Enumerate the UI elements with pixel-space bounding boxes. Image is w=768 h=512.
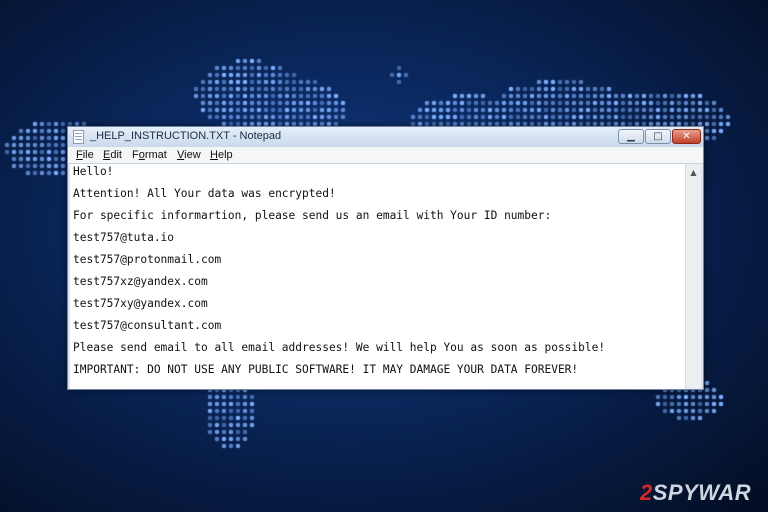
menu-help[interactable]: Help <box>210 149 233 161</box>
text-line: IMPORTANT: DO NOT USE ANY PUBLIC SOFTWAR… <box>73 363 579 376</box>
vertical-scrollbar[interactable]: ▲ <box>685 164 701 389</box>
menu-view[interactable]: View <box>177 149 201 161</box>
title-bar[interactable]: _HELP_INSTRUCTION.TXT - Notepad ▁ □ ✕ <box>68 127 703 147</box>
text-line: test757@protonmail.com <box>73 253 222 266</box>
menu-edit[interactable]: Edit <box>103 149 122 161</box>
close-button[interactable]: ✕ <box>672 129 701 144</box>
text-line: test757xz@yandex.com <box>73 275 208 288</box>
scroll-up-arrow-icon[interactable]: ▲ <box>686 165 701 180</box>
maximize-button[interactable]: □ <box>645 129 671 144</box>
menu-format[interactable]: Format <box>132 149 167 161</box>
window-title: _HELP_INSTRUCTION.TXT - Notepad <box>90 130 282 142</box>
notepad-document-icon <box>73 130 84 144</box>
text-line: test757@consultant.com <box>73 319 222 332</box>
minimize-button[interactable]: ▁ <box>618 129 644 144</box>
menu-bar: File Edit Format View Help <box>68 147 703 164</box>
text-line: test757@tuta.io <box>73 231 175 244</box>
text-line: Hello! <box>73 165 114 178</box>
menu-file[interactable]: File <box>76 149 94 161</box>
text-editor-area[interactable]: Hello! Attention! All Your data was encr… <box>70 164 685 389</box>
text-line: Attention! All Your data was encrypted! <box>73 187 336 200</box>
text-line: test757xy@yandex.com <box>73 297 208 310</box>
text-line: Please send email to all email addresses… <box>73 341 606 354</box>
text-line: For specific informartion, please send u… <box>73 209 552 222</box>
watermark-logo: 2SPYWAR <box>640 480 752 505</box>
notepad-window: _HELP_INSTRUCTION.TXT - Notepad ▁ □ ✕ Fi… <box>67 126 704 390</box>
